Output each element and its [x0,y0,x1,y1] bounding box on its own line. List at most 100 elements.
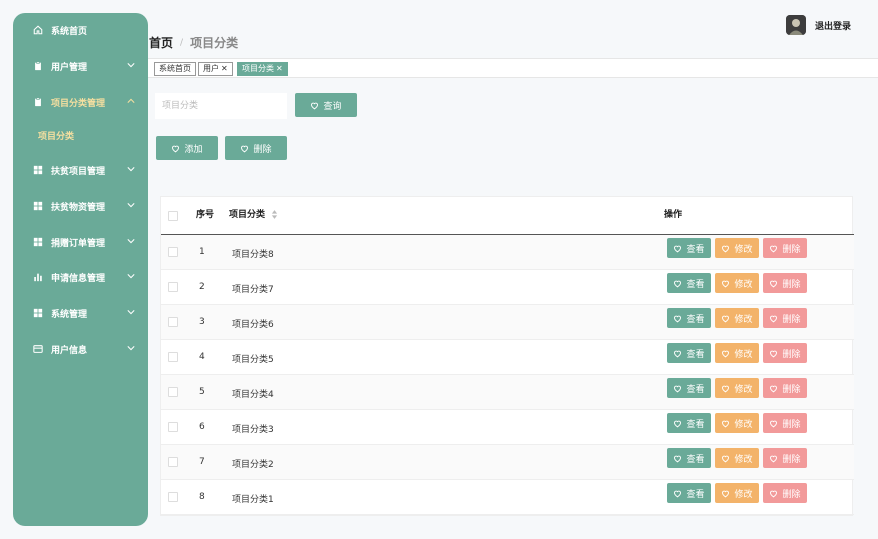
delete-button[interactable]: 删除 [763,483,807,503]
table-row: 3 项目分类6 查看 修改 删除 [161,305,854,340]
chevron-down-icon [127,308,135,316]
close-icon[interactable]: ✕ [276,64,283,73]
sidebar-item-8[interactable]: 用户信息 [13,339,148,359]
delete-button[interactable]: 删除 [763,308,807,328]
row-index: 4 [199,352,205,362]
view-label: 查看 [686,314,705,325]
tag-project-category[interactable]: 项目分类 ✕ [237,62,288,76]
heart-icon [674,280,682,287]
view-label: 查看 [686,279,705,290]
sidebar-item-4[interactable]: 扶贫物资管理 [13,196,148,216]
tag-user[interactable]: 用户 ✕ [198,62,233,76]
delete-label: 删除 [782,314,801,325]
edit-label: 修改 [734,314,753,325]
edit-button[interactable]: 修改 [715,238,759,258]
edit-button[interactable]: 修改 [715,413,759,433]
delete-button[interactable]: 删除 [763,273,807,293]
delete-button[interactable]: 删除 [763,378,807,398]
heart-icon [722,280,730,287]
edit-button[interactable]: 修改 [715,308,759,328]
delete-button[interactable]: 删除 [763,413,807,433]
sidebar-item-label: 系统首页 [51,26,88,37]
heart-icon [674,455,682,462]
logout-area[interactable]: 退出登录 [786,15,851,35]
view-button[interactable]: 查看 [667,448,711,468]
sidebar-item-label: 扶贫项目管理 [51,166,106,177]
edit-button[interactable]: 修改 [715,343,759,363]
sidebar-item-label: 项目分类管理 [51,98,106,109]
sidebar-item-5[interactable]: 捐赠订单管理 [13,232,148,252]
grid-icon [33,165,43,175]
heart-icon [674,350,682,357]
query-button[interactable]: 查询 [295,93,357,117]
row-checkbox[interactable] [168,352,178,362]
breadcrumb-home[interactable]: 首页 [149,34,173,51]
row-checkbox[interactable] [168,387,178,397]
add-button[interactable]: 添加 [156,136,218,160]
heart-icon [722,315,730,322]
table-row: 8 项目分类1 查看 修改 删除 [161,480,854,515]
view-button[interactable]: 查看 [667,238,711,258]
logout-button[interactable]: 退出登录 [815,19,851,32]
heart-icon [674,385,682,392]
close-icon[interactable]: ✕ [221,64,228,73]
delete-label: 删除 [782,244,801,255]
table-row: 2 项目分类7 查看 修改 删除 [161,270,854,305]
sidebar-item-1[interactable]: 用户管理 [13,56,148,76]
tag-home[interactable]: 系统首页 [154,62,196,76]
sidebar-item-label: 用户信息 [51,345,88,356]
view-label: 查看 [686,489,705,500]
row-checkbox[interactable] [168,492,178,502]
row-index: 7 [199,457,205,467]
edit-button[interactable]: 修改 [715,483,759,503]
view-button[interactable]: 查看 [667,483,711,503]
heart-icon [722,420,730,427]
sort-icon[interactable] [271,210,278,219]
view-label: 查看 [686,384,705,395]
view-button[interactable]: 查看 [667,273,711,293]
row-checkbox[interactable] [168,282,178,292]
view-button[interactable]: 查看 [667,413,711,433]
sidebar-item-2[interactable]: 项目分类管理 [13,92,148,112]
delete-label: 删除 [782,384,801,395]
search-input[interactable] [155,93,287,119]
heart-icon [722,490,730,497]
heart-icon [770,350,778,357]
edit-label: 修改 [734,244,753,255]
row-index: 5 [199,387,205,397]
table-row: 1 项目分类8 查看 修改 删除 [161,235,854,270]
heart-icon [674,315,682,322]
delete-button[interactable]: 删除 [763,238,807,258]
row-checkbox[interactable] [168,247,178,257]
delete-button[interactable]: 删除 [763,343,807,363]
avatar[interactable] [786,15,806,35]
delete-label: 删除 [782,279,801,290]
header-name[interactable]: 项目分类 [229,197,278,234]
edit-button[interactable]: 修改 [715,378,759,398]
view-button[interactable]: 查看 [667,343,711,363]
row-checkbox[interactable] [168,457,178,467]
table-row: 5 项目分类4 查看 修改 删除 [161,375,854,410]
row-index: 6 [199,422,205,432]
view-button[interactable]: 查看 [667,308,711,328]
edit-button[interactable]: 修改 [715,273,759,293]
batch-delete-button[interactable]: 删除 [225,136,287,160]
edit-button[interactable]: 修改 [715,448,759,468]
heart-icon [241,145,249,152]
view-button[interactable]: 查看 [667,378,711,398]
sidebar-item-0[interactable]: 系统首页 [13,20,148,40]
row-checkbox[interactable] [168,422,178,432]
delete-button[interactable]: 删除 [763,448,807,468]
sidebar-subitem-project-category[interactable]: 项目分类 [38,129,74,142]
grid-icon [33,308,43,318]
add-label: 添加 [184,144,203,155]
row-checkbox[interactable] [168,317,178,327]
sidebar-item-6[interactable]: 申请信息管理 [13,267,148,287]
sidebar-item-label: 申请信息管理 [51,273,106,284]
select-all-checkbox[interactable] [168,211,178,221]
grid-icon [33,201,43,211]
sidebar-item-3[interactable]: 扶贫项目管理 [13,160,148,180]
view-label: 查看 [686,349,705,360]
sidebar-item-7[interactable]: 系统管理 [13,303,148,323]
card-icon [33,344,43,354]
